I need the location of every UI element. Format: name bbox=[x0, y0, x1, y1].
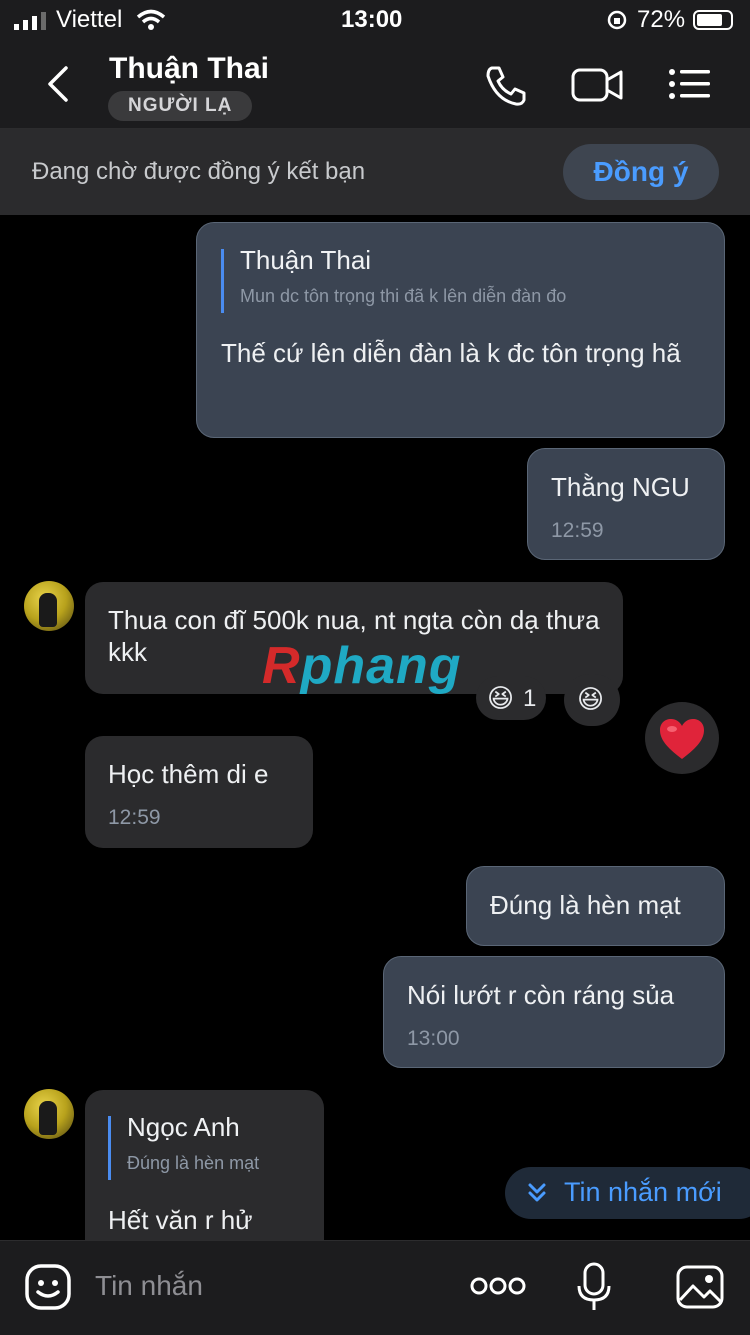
reaction-count: 1 bbox=[523, 685, 537, 712]
microphone-icon[interactable] bbox=[576, 1262, 612, 1312]
accept-button[interactable]: Đồng ý bbox=[563, 144, 719, 200]
reply-quote: Thuận Thai Mun dc tôn trọng thi đã k lên… bbox=[221, 245, 567, 313]
battery-icon bbox=[693, 10, 733, 30]
menu-icon[interactable] bbox=[668, 68, 712, 100]
more-options-icon[interactable] bbox=[470, 1276, 526, 1296]
message-text: Hết văn r hử bbox=[108, 1205, 253, 1235]
message-bubble[interactable]: Ngọc Anh Đúng là hèn mạt Hết văn r hử bbox=[85, 1090, 324, 1240]
message-time: 12:59 bbox=[108, 806, 161, 829]
message-time: 13:00 bbox=[407, 1027, 460, 1050]
contact-name[interactable]: Thuận Thai bbox=[109, 52, 269, 86]
carrier-name: Viettel bbox=[56, 6, 123, 33]
quote-author: Thuận Thai bbox=[240, 245, 372, 275]
message-input[interactable]: Tin nhắn bbox=[95, 1270, 203, 1302]
message-bubble[interactable]: Thằng NGU 12:59 bbox=[527, 448, 725, 560]
status-bar: Viettel 13:00 72% bbox=[0, 0, 750, 40]
image-gallery-icon[interactable] bbox=[676, 1264, 724, 1310]
status-time: 13:00 bbox=[341, 6, 403, 33]
sticker-icon[interactable] bbox=[24, 1263, 72, 1311]
watermark-logo: Rphang bbox=[262, 637, 462, 695]
reaction-badge[interactable]: 😆 1 bbox=[476, 676, 546, 720]
quote-text: Mun dc tôn trọng thi đã k lên diễn đàn đ… bbox=[240, 286, 567, 306]
message-text: Học thêm di e bbox=[108, 759, 269, 789]
message-bubble[interactable]: Thuận Thai Mun dc tôn trọng thi đã k lên… bbox=[196, 222, 725, 438]
double-chevron-down-icon bbox=[528, 1183, 546, 1202]
video-call-icon[interactable] bbox=[571, 66, 625, 104]
reply-quote: Ngọc Anh Đúng là hèn mạt bbox=[108, 1112, 260, 1180]
friend-request-text: Đang chờ được đồng ý kết bạn bbox=[32, 158, 366, 185]
laughing-emoji-icon: 😆 bbox=[577, 684, 605, 714]
avatar[interactable] bbox=[24, 1089, 74, 1139]
message-text: Nói lướt r còn ráng sủa bbox=[407, 980, 675, 1010]
battery-percent: 72% bbox=[637, 6, 686, 33]
quote-author: Ngọc Anh bbox=[127, 1112, 240, 1142]
new-messages-label[interactable]: Tin nhắn mới bbox=[564, 1177, 722, 1208]
reaction-button[interactable]: 😆 bbox=[564, 674, 620, 726]
back-icon[interactable] bbox=[44, 64, 72, 104]
message-bubble[interactable]: Đúng là hèn mạt bbox=[466, 866, 725, 946]
wifi-icon bbox=[136, 9, 166, 30]
message-text: Thằng NGU bbox=[551, 472, 690, 502]
message-text: Thế cứ lên diễn đàn là k đc tôn trọng hã bbox=[221, 338, 681, 368]
laughing-emoji-icon: 😆 bbox=[487, 683, 515, 713]
rotation-lock-icon bbox=[607, 10, 627, 30]
message-bubble[interactable]: Học thêm di e 12:59 bbox=[85, 736, 313, 848]
phone-call-icon[interactable] bbox=[484, 64, 528, 108]
signal-icon bbox=[14, 12, 46, 30]
message-bubble[interactable]: Nói lướt r còn ráng sủa 13:00 bbox=[383, 956, 725, 1068]
message-text: Đúng là hèn mạt bbox=[490, 890, 681, 920]
stranger-badge: NGƯỜI LẠ bbox=[108, 91, 253, 121]
avatar[interactable] bbox=[24, 581, 74, 631]
heart-icon bbox=[660, 719, 704, 759]
quote-text: Đúng là hèn mạt bbox=[127, 1153, 260, 1173]
heart-reaction-button[interactable] bbox=[645, 702, 719, 774]
message-time: 12:59 bbox=[551, 519, 604, 542]
